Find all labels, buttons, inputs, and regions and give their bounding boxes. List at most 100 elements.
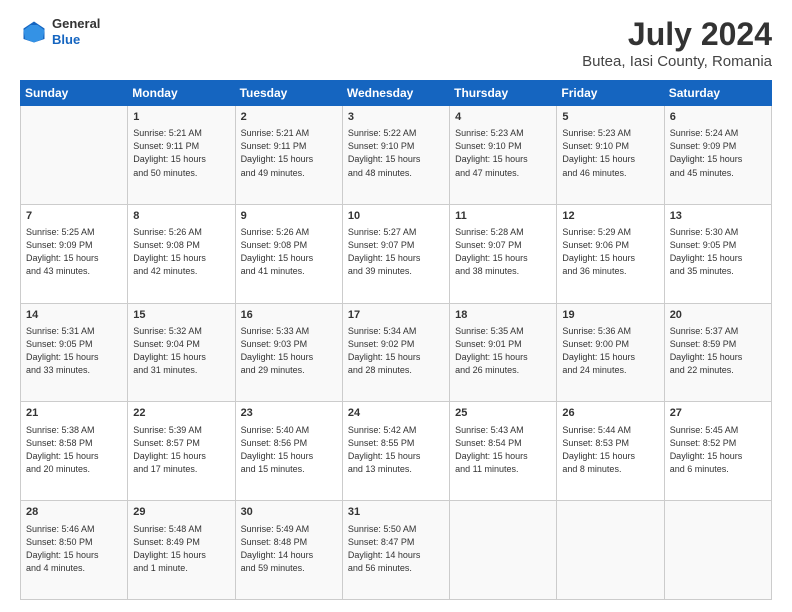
day-info: Sunrise: 5:21 AM Sunset: 9:11 PM Dayligh… <box>241 127 337 179</box>
day-info: Sunrise: 5:44 AM Sunset: 8:53 PM Dayligh… <box>562 424 658 476</box>
day-cell: 15 Sunrise: 5:32 AM Sunset: 9:04 PM Dayli… <box>128 303 235 402</box>
day-cell: 5 Sunrise: 5:23 AM Sunset: 9:10 PM Daylig… <box>557 106 664 205</box>
day-cell: 2 Sunrise: 5:21 AM Sunset: 9:11 PM Daylig… <box>235 106 342 205</box>
day-number: 24 <box>348 406 444 421</box>
day-number: 15 <box>133 308 229 323</box>
day-cell: 7 Sunrise: 5:25 AM Sunset: 9:09 PM Daylig… <box>21 204 128 303</box>
day-number: 6 <box>670 110 766 125</box>
header-cell-saturday: Saturday <box>664 81 771 106</box>
day-cell: 29Sunrise: 5:48 AM Sunset: 8:49 PM Dayli… <box>128 501 235 600</box>
day-info: Sunrise: 5:38 AM Sunset: 8:58 PM Dayligh… <box>26 424 122 476</box>
day-info: Sunrise: 5:45 AM Sunset: 8:52 PM Dayligh… <box>670 424 766 476</box>
day-number: 27 <box>670 406 766 421</box>
day-info: Sunrise: 5:22 AM Sunset: 9:10 PM Dayligh… <box>348 127 444 179</box>
logo: General Blue <box>20 16 100 47</box>
day-number: 17 <box>348 308 444 323</box>
day-cell: 20Sunrise: 5:37 AM Sunset: 8:59 PM Dayli… <box>664 303 771 402</box>
day-info: Sunrise: 5:26 AM Sunset: 9:08 PM Dayligh… <box>241 226 337 278</box>
day-number: 31 <box>348 505 444 520</box>
day-number: 22 <box>133 406 229 421</box>
day-info: Sunrise: 5:28 AM Sunset: 9:07 PM Dayligh… <box>455 226 551 278</box>
day-cell <box>450 501 557 600</box>
day-info: Sunrise: 5:49 AM Sunset: 8:48 PM Dayligh… <box>241 523 337 575</box>
main-title: July 2024 <box>582 16 772 53</box>
day-number: 21 <box>26 406 122 421</box>
day-number: 11 <box>455 209 551 224</box>
day-number: 4 <box>455 110 551 125</box>
header-row: SundayMondayTuesdayWednesdayThursdayFrid… <box>21 81 772 106</box>
day-info: Sunrise: 5:39 AM Sunset: 8:57 PM Dayligh… <box>133 424 229 476</box>
day-info: Sunrise: 5:23 AM Sunset: 9:10 PM Dayligh… <box>562 127 658 179</box>
day-number: 14 <box>26 308 122 323</box>
day-number: 8 <box>133 209 229 224</box>
day-cell: 25Sunrise: 5:43 AM Sunset: 8:54 PM Dayli… <box>450 402 557 501</box>
day-info: Sunrise: 5:40 AM Sunset: 8:56 PM Dayligh… <box>241 424 337 476</box>
day-info: Sunrise: 5:30 AM Sunset: 9:05 PM Dayligh… <box>670 226 766 278</box>
day-cell: 4 Sunrise: 5:23 AM Sunset: 9:10 PM Daylig… <box>450 106 557 205</box>
day-cell: 12Sunrise: 5:29 AM Sunset: 9:06 PM Dayli… <box>557 204 664 303</box>
day-info: Sunrise: 5:25 AM Sunset: 9:09 PM Dayligh… <box>26 226 122 278</box>
day-cell: 16 Sunrise: 5:33 AM Sunset: 9:03 PM Dayli… <box>235 303 342 402</box>
week-row-5: 28 Sunrise: 5:46 AM Sunset: 8:50 PM Dayli… <box>21 501 772 600</box>
day-info: Sunrise: 5:33 AM Sunset: 9:03 PM Dayligh… <box>241 325 337 377</box>
header-cell-tuesday: Tuesday <box>235 81 342 106</box>
day-cell: 3 Sunrise: 5:22 AM Sunset: 9:10 PM Daylig… <box>342 106 449 205</box>
day-info: Sunrise: 5:46 AM Sunset: 8:50 PM Dayligh… <box>26 523 122 575</box>
day-cell: 8Sunrise: 5:26 AM Sunset: 9:08 PM Daylig… <box>128 204 235 303</box>
day-cell: 31 Sunrise: 5:50 AM Sunset: 8:47 PM Dayli… <box>342 501 449 600</box>
day-number: 29 <box>133 505 229 520</box>
day-cell <box>21 106 128 205</box>
day-number: 20 <box>670 308 766 323</box>
day-info: Sunrise: 5:35 AM Sunset: 9:01 PM Dayligh… <box>455 325 551 377</box>
day-number: 2 <box>241 110 337 125</box>
day-cell: 23 Sunrise: 5:40 AM Sunset: 8:56 PM Dayli… <box>235 402 342 501</box>
day-number: 13 <box>670 209 766 224</box>
day-number: 5 <box>562 110 658 125</box>
day-cell: 22 Sunrise: 5:39 AM Sunset: 8:57 PM Dayli… <box>128 402 235 501</box>
day-cell: 26 Sunrise: 5:44 AM Sunset: 8:53 PM Dayli… <box>557 402 664 501</box>
day-number: 23 <box>241 406 337 421</box>
day-number: 9 <box>241 209 337 224</box>
day-cell: 11 Sunrise: 5:28 AM Sunset: 9:07 PM Dayli… <box>450 204 557 303</box>
day-cell: 21 Sunrise: 5:38 AM Sunset: 8:58 PM Dayli… <box>21 402 128 501</box>
week-row-4: 21 Sunrise: 5:38 AM Sunset: 8:58 PM Dayli… <box>21 402 772 501</box>
day-cell: 27 Sunrise: 5:45 AM Sunset: 8:52 PM Dayli… <box>664 402 771 501</box>
day-number: 3 <box>348 110 444 125</box>
day-info: Sunrise: 5:24 AM Sunset: 9:09 PM Dayligh… <box>670 127 766 179</box>
day-number: 16 <box>241 308 337 323</box>
day-cell <box>664 501 771 600</box>
day-cell: 10Sunrise: 5:27 AM Sunset: 9:07 PM Dayli… <box>342 204 449 303</box>
day-number: 26 <box>562 406 658 421</box>
day-cell: 28 Sunrise: 5:46 AM Sunset: 8:50 PM Dayli… <box>21 501 128 600</box>
logo-text: General Blue <box>52 16 100 47</box>
calendar-header: SundayMondayTuesdayWednesdayThursdayFrid… <box>21 81 772 106</box>
day-info: Sunrise: 5:34 AM Sunset: 9:02 PM Dayligh… <box>348 325 444 377</box>
week-row-2: 7 Sunrise: 5:25 AM Sunset: 9:09 PM Daylig… <box>21 204 772 303</box>
day-cell: 17 Sunrise: 5:34 AM Sunset: 9:02 PM Dayli… <box>342 303 449 402</box>
day-cell: 30 Sunrise: 5:49 AM Sunset: 8:48 PM Dayli… <box>235 501 342 600</box>
day-cell: 14 Sunrise: 5:31 AM Sunset: 9:05 PM Dayli… <box>21 303 128 402</box>
day-cell: 1Sunrise: 5:21 AM Sunset: 9:11 PM Daylig… <box>128 106 235 205</box>
day-info: Sunrise: 5:36 AM Sunset: 9:00 PM Dayligh… <box>562 325 658 377</box>
day-number: 7 <box>26 209 122 224</box>
day-number: 25 <box>455 406 551 421</box>
subtitle: Butea, Iasi County, Romania <box>582 53 772 70</box>
header-cell-monday: Monday <box>128 81 235 106</box>
day-number: 19 <box>562 308 658 323</box>
day-cell: 9 Sunrise: 5:26 AM Sunset: 9:08 PM Daylig… <box>235 204 342 303</box>
day-info: Sunrise: 5:32 AM Sunset: 9:04 PM Dayligh… <box>133 325 229 377</box>
logo-icon <box>20 18 48 46</box>
day-info: Sunrise: 5:50 AM Sunset: 8:47 PM Dayligh… <box>348 523 444 575</box>
calendar-table: SundayMondayTuesdayWednesdayThursdayFrid… <box>20 80 772 600</box>
calendar-body: 1Sunrise: 5:21 AM Sunset: 9:11 PM Daylig… <box>21 106 772 600</box>
day-number: 28 <box>26 505 122 520</box>
day-number: 30 <box>241 505 337 520</box>
header-cell-friday: Friday <box>557 81 664 106</box>
title-block: July 2024 Butea, Iasi County, Romania <box>582 16 772 70</box>
day-info: Sunrise: 5:29 AM Sunset: 9:06 PM Dayligh… <box>562 226 658 278</box>
day-info: Sunrise: 5:23 AM Sunset: 9:10 PM Dayligh… <box>455 127 551 179</box>
day-cell: 24Sunrise: 5:42 AM Sunset: 8:55 PM Dayli… <box>342 402 449 501</box>
day-info: Sunrise: 5:31 AM Sunset: 9:05 PM Dayligh… <box>26 325 122 377</box>
day-cell: 19 Sunrise: 5:36 AM Sunset: 9:00 PM Dayli… <box>557 303 664 402</box>
header: General Blue July 2024 Butea, Iasi Count… <box>20 16 772 70</box>
